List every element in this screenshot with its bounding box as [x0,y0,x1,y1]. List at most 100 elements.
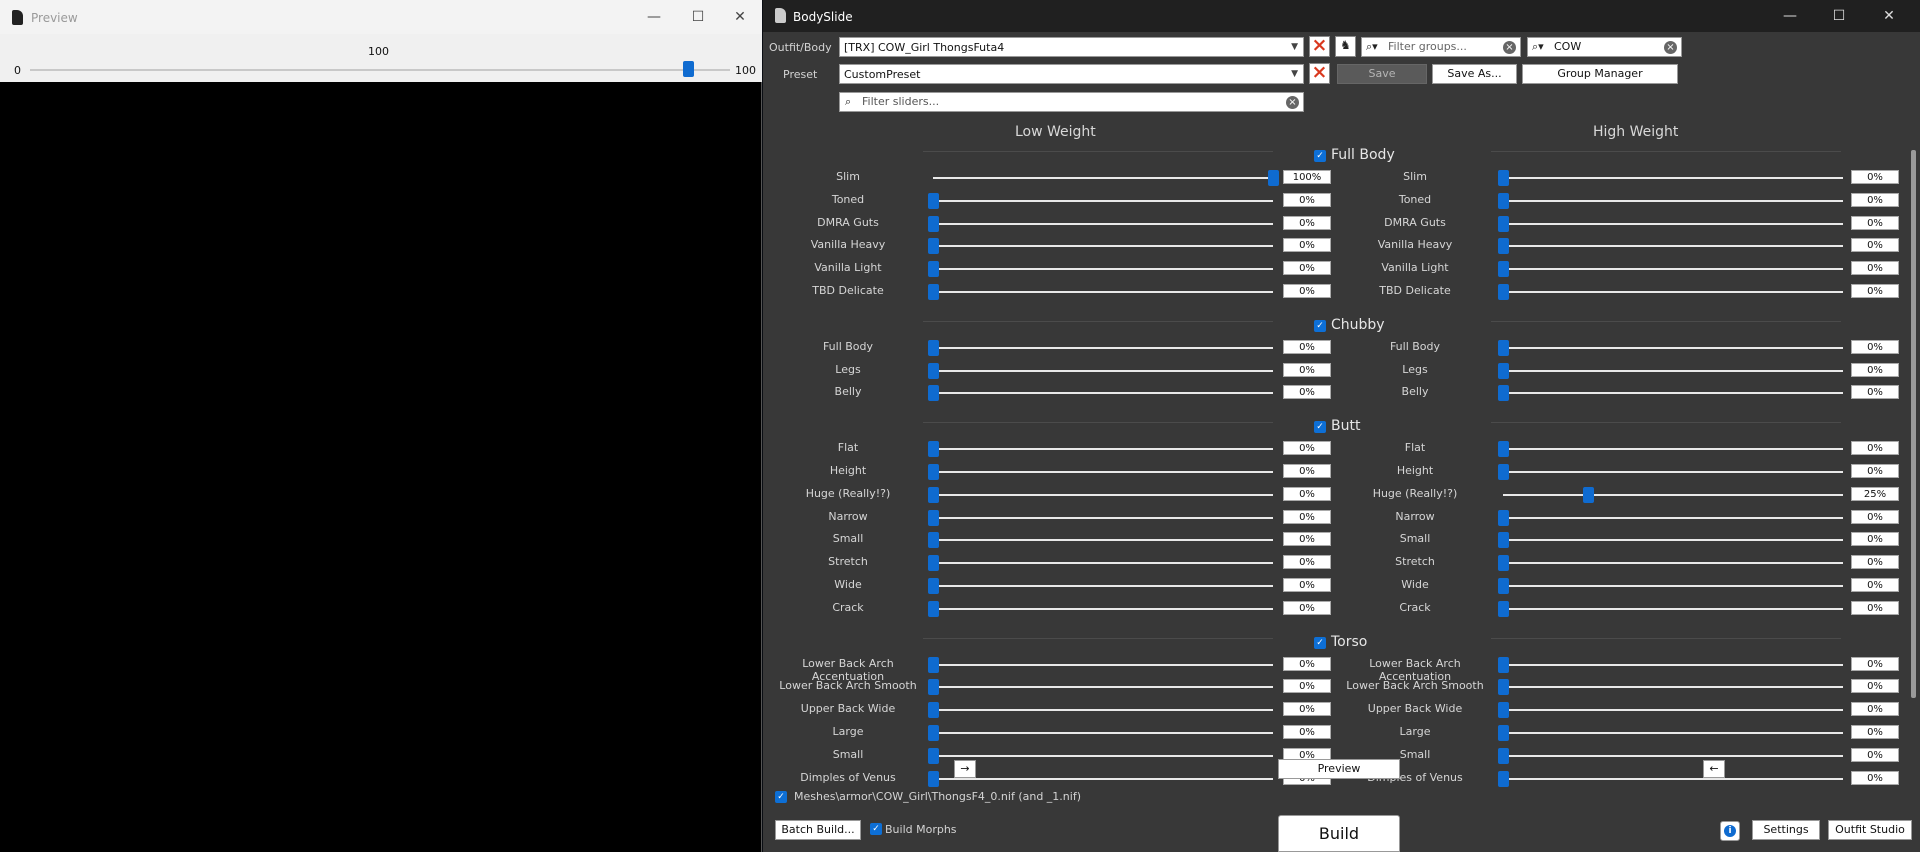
high-value-field[interactable]: 0% [1851,385,1899,400]
low-slider-thumb[interactable] [928,770,939,787]
build-button[interactable]: Build [1278,815,1400,852]
low-slider-track[interactable] [933,448,1273,451]
low-slider-thumb[interactable] [928,192,939,209]
high-value-field[interactable]: 0% [1851,656,1899,671]
low-slider-track[interactable] [933,471,1273,473]
delete-preset-icon[interactable]: × [1309,63,1330,84]
low-slider-track[interactable] [933,686,1273,689]
outfit-studio-button[interactable]: Outfit Studio [1828,820,1912,840]
low-slider-thumb[interactable] [928,362,939,379]
low-slider-track[interactable] [933,222,1273,225]
low-slider-thumb[interactable] [928,339,939,356]
high-value-field[interactable]: 0% [1851,702,1899,717]
low-slider-track[interactable] [933,585,1273,587]
high-value-field[interactable]: 0% [1851,747,1899,762]
low-slider-track[interactable] [933,754,1273,757]
high-value-field[interactable]: 25% [1851,486,1899,501]
high-slider-thumb[interactable] [1498,656,1509,673]
high-value-field[interactable]: 0% [1851,441,1899,456]
high-slider-thumb[interactable] [1498,702,1509,719]
outfit-studio-mini-icon[interactable]: ♞ [1335,36,1356,57]
high-value-field[interactable]: 0% [1851,170,1899,184]
high-value-field[interactable]: 0% [1851,578,1899,592]
low-slider-track[interactable] [933,369,1273,372]
low-slider-thumb[interactable] [928,509,939,526]
high-slider-thumb[interactable] [1498,578,1509,594]
low-value-field[interactable]: 0% [1283,486,1331,501]
batch-build-button[interactable]: Batch Build... [775,820,861,840]
checkbox-checked-icon[interactable]: ✓ [775,791,787,803]
info-button[interactable]: i [1720,821,1740,841]
high-slider-track[interactable] [1503,516,1843,519]
high-slider-thumb[interactable] [1498,464,1509,480]
low-slider-thumb[interactable] [928,725,939,741]
category-checkbox[interactable]: ✓ [1314,636,1326,649]
low-slider-thumb[interactable] [928,238,939,255]
clear-icon[interactable]: × [1503,41,1516,54]
high-value-field[interactable]: 0% [1851,509,1899,524]
high-value-field[interactable]: 0% [1851,770,1899,785]
high-slider-thumb[interactable] [1498,770,1509,787]
high-slider-track[interactable] [1503,448,1843,451]
low-value-field[interactable]: 0% [1283,261,1331,276]
low-value-field[interactable]: 0% [1283,464,1331,478]
high-value-field[interactable]: 0% [1851,532,1899,547]
maximize-icon[interactable]: ☐ [1815,0,1863,32]
category-checkbox[interactable]: ✓ [1314,319,1326,332]
high-slider-thumb[interactable] [1498,215,1509,232]
clear-icon[interactable]: × [1286,96,1299,109]
low-value-field[interactable]: 0% [1283,385,1331,400]
low-slider-thumb[interactable] [928,284,939,300]
slider-filter-input[interactable]: ⌕ Filter sliders... × [839,92,1304,112]
low-value-field[interactable]: 0% [1283,284,1331,298]
preset-select[interactable]: CustomPreset ▼ [839,64,1304,84]
high-slider-track[interactable] [1503,663,1843,666]
high-slider-thumb[interactable] [1498,261,1509,278]
high-slider-track[interactable] [1503,369,1843,372]
high-slider-track[interactable] [1503,777,1843,780]
low-slider-track[interactable] [933,199,1273,202]
high-slider-track[interactable] [1503,686,1843,689]
high-slider-thumb[interactable] [1498,600,1509,617]
high-slider-track[interactable] [1503,709,1843,712]
low-slider-track[interactable] [933,607,1273,610]
low-slider-track[interactable] [933,562,1273,565]
high-value-field[interactable]: 0% [1851,725,1899,739]
copy-low-to-high-button[interactable]: → [954,760,976,778]
low-slider-track[interactable] [933,268,1273,271]
low-slider-thumb[interactable] [928,656,939,673]
low-slider-track[interactable] [933,777,1273,780]
minimize-icon[interactable]: — [1766,0,1814,32]
low-value-field[interactable]: 0% [1283,679,1331,694]
high-value-field[interactable]: 0% [1851,192,1899,207]
low-slider-track[interactable] [933,177,1273,179]
low-value-field[interactable]: 0% [1283,702,1331,717]
preview-slider-thumb[interactable] [683,61,694,77]
low-slider-track[interactable] [933,493,1273,496]
low-slider-thumb[interactable] [928,261,939,278]
high-value-field[interactable]: 0% [1851,362,1899,377]
low-value-field[interactable]: 0% [1283,192,1331,207]
outfit-select[interactable]: [TRX] COW_Girl ThongsFuta4 ▼ [839,37,1304,57]
close-icon[interactable]: ✕ [1865,0,1913,32]
high-slider-thumb[interactable] [1498,747,1509,764]
high-slider-thumb[interactable] [1498,238,1509,255]
remove-outfit-icon[interactable]: × [1309,36,1330,57]
high-value-field[interactable]: 0% [1851,600,1899,615]
low-value-field[interactable]: 0% [1283,656,1331,671]
high-slider-track[interactable] [1503,222,1843,225]
low-slider-thumb[interactable] [928,679,939,696]
high-slider-thumb[interactable] [1583,486,1594,503]
low-slider-track[interactable] [933,516,1273,519]
maximize-icon[interactable]: ☐ [678,0,718,34]
high-slider-track[interactable] [1503,245,1843,248]
high-slider-thumb[interactable] [1498,170,1509,186]
high-slider-track[interactable] [1503,562,1843,565]
low-value-field[interactable]: 0% [1283,509,1331,524]
high-value-field[interactable]: 0% [1851,284,1899,298]
high-slider-track[interactable] [1503,346,1843,349]
low-value-field[interactable]: 0% [1283,238,1331,253]
low-slider-thumb[interactable] [928,702,939,719]
low-slider-track[interactable] [933,539,1273,542]
high-slider-thumb[interactable] [1498,362,1509,379]
